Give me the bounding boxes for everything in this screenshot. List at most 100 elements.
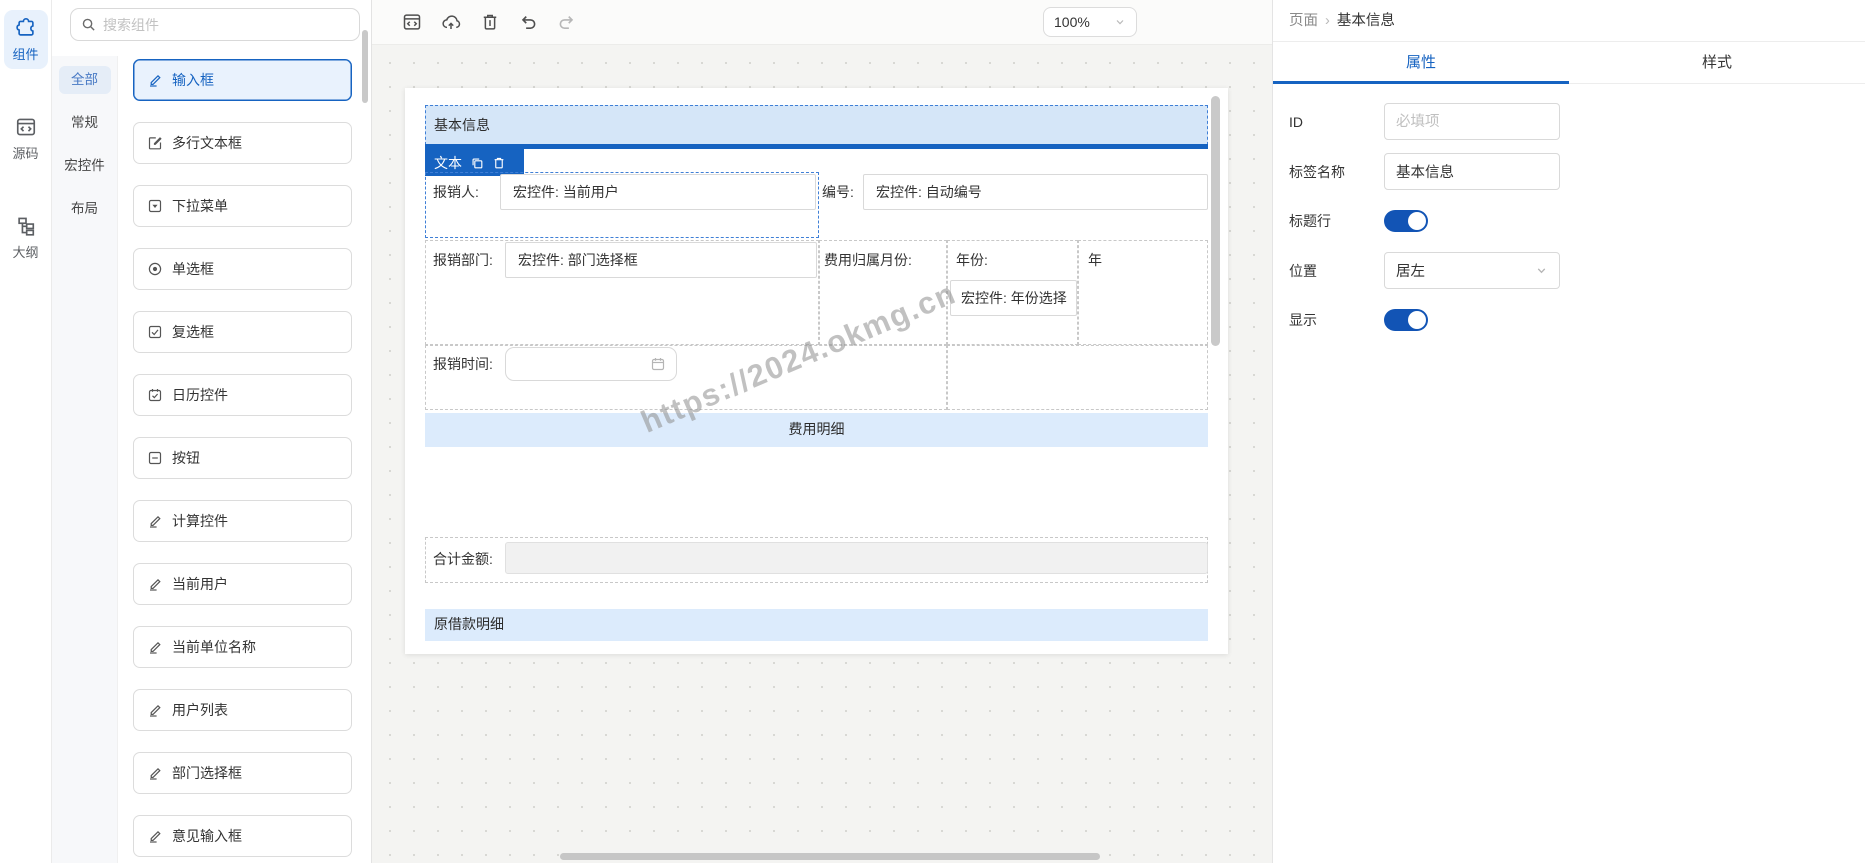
component-label: 多行文本框	[172, 135, 242, 151]
rail-item-label: 组件	[12, 47, 39, 62]
form-sheet: 基本信息 文本 报销人: 宏控件: 当前用户 编号: 宏控件: 自动编号 报销部…	[405, 88, 1228, 654]
component-label: 意见输入框	[172, 828, 242, 844]
code-window-icon	[16, 118, 35, 136]
category-normal[interactable]: 常规	[59, 109, 111, 137]
category-macro[interactable]: 宏控件	[59, 152, 111, 180]
component-label: 输入框	[172, 72, 214, 88]
breadcrumb-current: 基本信息	[1336, 13, 1395, 29]
reimburser-input[interactable]: 宏控件: 当前用户	[500, 174, 816, 210]
component-label: 按钮	[172, 450, 200, 466]
cell-time-right[interactable]	[947, 345, 1208, 410]
component-item-radio[interactable]: 单选框	[133, 248, 352, 290]
form-header-cell[interactable]: 基本信息	[425, 105, 1208, 145]
trash-icon[interactable]	[492, 156, 506, 170]
component-item-user-list[interactable]: 用户列表	[133, 689, 352, 731]
category-list: 全部 常规 宏控件 布局	[52, 56, 118, 863]
dropdown-icon	[148, 199, 162, 213]
position-select[interactable]: 居左	[1384, 252, 1560, 289]
sheet-scrollbar[interactable]	[1211, 96, 1220, 346]
calendar-check-icon	[148, 389, 162, 402]
month-label: 费用归属月份:	[824, 252, 912, 268]
title-row-toggle[interactable]	[1384, 210, 1428, 232]
puzzle-icon	[15, 18, 34, 36]
rail-item-label: 源码	[12, 146, 39, 161]
radio-icon	[148, 262, 162, 276]
zoom-select[interactable]: 100%	[1043, 7, 1137, 37]
component-label: 日历控件	[172, 387, 228, 403]
button-square-icon	[148, 451, 162, 465]
section-loan-detail[interactable]: 原借款明细	[425, 609, 1208, 641]
canvas-horizontal-scrollbar[interactable]	[560, 853, 1100, 860]
component-item-opinion-input[interactable]: 意见输入框	[133, 815, 352, 857]
code-window-icon[interactable]	[402, 12, 422, 32]
component-item-dept-select[interactable]: 部门选择框	[133, 752, 352, 794]
component-label: 下拉菜单	[172, 198, 228, 214]
outline-tree-icon	[17, 217, 34, 236]
number-label: 编号:	[822, 184, 854, 200]
chevron-down-icon	[1116, 20, 1124, 25]
component-item-textarea[interactable]: 多行文本框	[133, 122, 352, 164]
rail-item-outline[interactable]: 大纲	[4, 208, 48, 267]
field-row-id: ID	[1289, 103, 1849, 140]
field-row-tag-name: 标签名称	[1289, 153, 1849, 190]
cell-time[interactable]	[425, 345, 947, 410]
field-label: 标签名称	[1289, 163, 1345, 180]
rail-item-label: 大纲	[12, 245, 39, 260]
textarea-icon	[148, 137, 162, 150]
breadcrumb-separator: ›	[1325, 13, 1330, 29]
canvas-toolbar: 100%	[372, 0, 1272, 45]
selection-bottom-bar	[425, 144, 1208, 149]
undo-icon[interactable]	[518, 12, 538, 32]
component-label: 当前单位名称	[172, 639, 256, 655]
component-item-calendar[interactable]: 日历控件	[133, 374, 352, 416]
component-item-current-org[interactable]: 当前单位名称	[133, 626, 352, 668]
department-input[interactable]: 宏控件: 部门选择框	[505, 242, 817, 278]
component-label: 用户列表	[172, 702, 228, 718]
rail-item-source[interactable]: 源码	[4, 109, 48, 168]
year-input[interactable]: 宏控件: 年份选择	[950, 280, 1077, 316]
trash-icon[interactable]	[480, 12, 500, 32]
id-field[interactable]	[1384, 103, 1560, 140]
number-input[interactable]: 宏控件: 自动编号	[863, 174, 1208, 210]
section-fee-detail[interactable]: 费用明细	[425, 413, 1208, 447]
field-label: 显示	[1289, 312, 1317, 328]
component-item-calc[interactable]: 计算控件	[133, 500, 352, 542]
department-label: 报销部门:	[433, 252, 493, 268]
canvas-grid: 基本信息 文本 报销人: 宏控件: 当前用户 编号: 宏控件: 自动编号 报销部…	[372, 45, 1272, 863]
component-item-checkbox[interactable]: 复选框	[133, 311, 352, 353]
date-picker-input[interactable]	[505, 347, 677, 381]
year-label: 年份:	[956, 252, 988, 268]
canvas-area: 100% 基本信息 文本 报销人: 宏控件: 当前用户 编号: 宏控件: 自动编…	[372, 0, 1272, 863]
display-toggle[interactable]	[1384, 309, 1428, 331]
rail-item-components[interactable]: 组件	[3, 10, 48, 69]
redo-icon[interactable]	[557, 12, 577, 32]
breadcrumb: 页面 › 基本信息	[1273, 0, 1865, 42]
tab-properties[interactable]: 属性	[1273, 42, 1569, 84]
pencil-icon	[150, 641, 161, 654]
component-item-button[interactable]: 按钮	[133, 437, 352, 479]
component-label: 部门选择框	[172, 765, 242, 781]
inspector-fields: ID 标签名称 标题行 位置 居左 显示	[1273, 84, 1865, 338]
checkbox-icon	[148, 325, 162, 339]
tag-name-field[interactable]	[1384, 153, 1560, 190]
component-search[interactable]	[70, 8, 360, 41]
chevron-down-icon	[1537, 268, 1546, 274]
pencil-icon	[150, 515, 161, 528]
cloud-upload-icon[interactable]	[441, 12, 461, 32]
breadcrumb-page[interactable]: 页面	[1289, 13, 1318, 29]
component-item-input[interactable]: 输入框	[133, 59, 352, 101]
zoom-value: 100%	[1054, 14, 1090, 30]
tab-style[interactable]: 样式	[1569, 42, 1865, 83]
total-label: 合计金额:	[433, 551, 493, 567]
search-input[interactable]	[103, 16, 349, 33]
component-item-dropdown[interactable]: 下拉菜单	[133, 185, 352, 227]
category-all[interactable]: 全部	[58, 66, 111, 94]
component-item-current-user[interactable]: 当前用户	[133, 563, 352, 605]
total-input[interactable]	[505, 542, 1208, 574]
category-layout[interactable]: 布局	[59, 195, 111, 223]
component-label: 当前用户	[172, 576, 228, 592]
pencil-icon	[150, 74, 161, 87]
copy-icon[interactable]	[470, 156, 484, 170]
position-select-value: 居左	[1396, 264, 1425, 280]
library-scrollbar[interactable]	[362, 30, 368, 103]
